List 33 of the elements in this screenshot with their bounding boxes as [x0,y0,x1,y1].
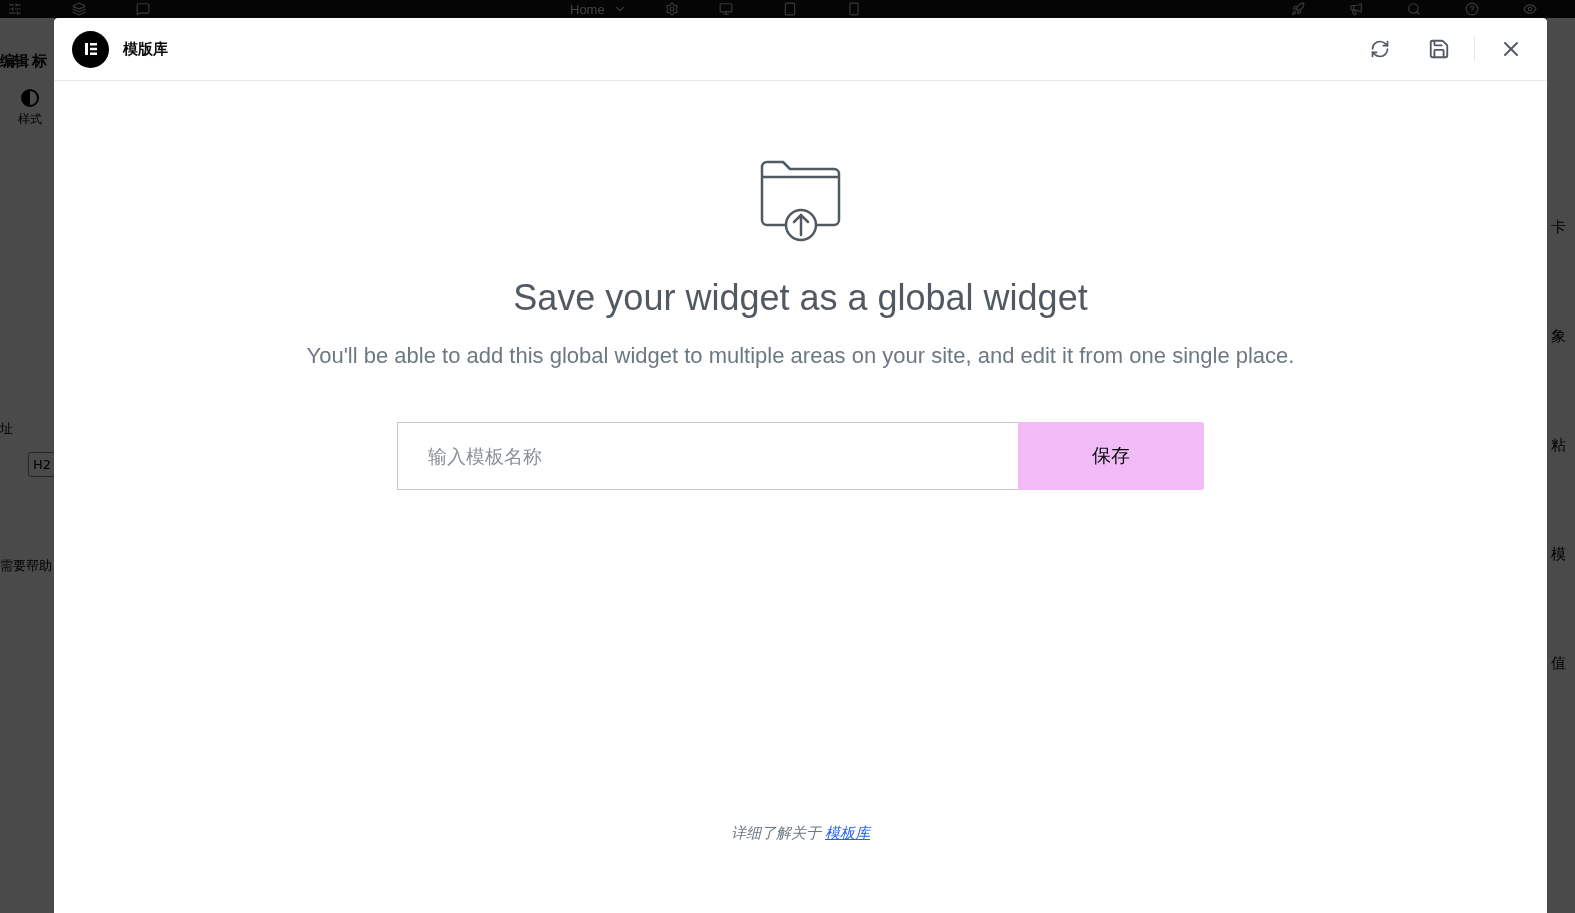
help-icon[interactable] [1465,2,1479,16]
megaphone-icon[interactable] [1349,2,1363,16]
description: You'll be able to add this global widget to multiple areas on your site, and edit it from one single place. [306,343,1295,369]
help-text: 需要帮助 [0,557,53,575]
panel-label: 粘 [1551,436,1567,455]
style-tab[interactable]: 样式 [0,71,54,140]
field-label: 址 [0,420,14,438]
save-button[interactable]: 保存 [1018,422,1204,490]
settings-icon[interactable] [664,2,679,16]
contrast-icon [21,89,39,107]
search-icon[interactable] [1407,2,1421,16]
modal-title: 模版库 [123,39,169,59]
panel-label: 值 [1551,654,1567,673]
comment-icon[interactable] [136,2,150,16]
phone-icon[interactable] [846,2,861,16]
panel-label: 模 [1551,545,1567,564]
folder-upload-icon [758,159,843,243]
panel-label: 卡 [1551,218,1567,237]
page-selector[interactable]: Home [570,1,605,17]
desktop-icon[interactable] [718,2,733,16]
template-name-field[interactable]: 输入模板名称 [397,422,1018,490]
eye-icon[interactable] [1523,2,1537,16]
panel-label: 象 [1551,327,1567,346]
panel-title: 编辑 标 [0,51,48,71]
sync-icon [1370,39,1390,59]
sliders-icon[interactable] [8,2,22,16]
heading: Save your widget as a global widget [513,277,1088,319]
logo-icon [72,30,109,68]
tablet-icon[interactable] [782,2,797,16]
layers-icon[interactable] [72,2,86,16]
footer-text: 详细了解关于 [731,824,821,843]
rocket-icon[interactable] [1291,2,1305,16]
library-link[interactable]: 模板库 [825,824,870,843]
